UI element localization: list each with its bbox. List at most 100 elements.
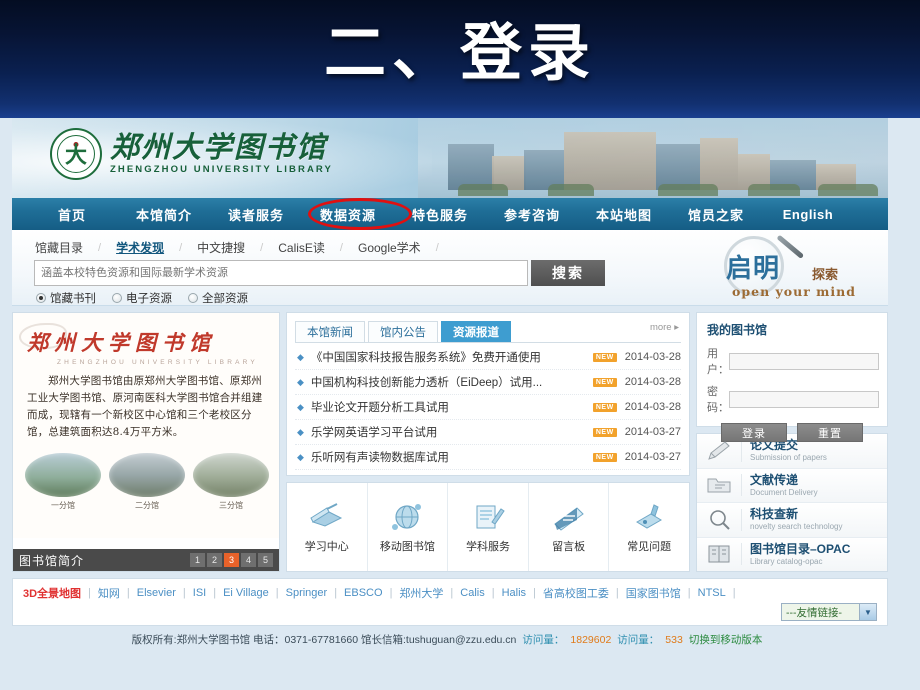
news-tab-announcements[interactable]: 馆内公告 [368, 321, 438, 342]
news-list-item[interactable]: ◆ 《中国国家科技报告服务系统》免费开通使用 NEW 2014-03-28 [295, 345, 681, 370]
service-label-en: Document Delivery [750, 487, 818, 497]
footer-link-springer[interactable]: Springer [286, 587, 328, 599]
news-tab-list: 本馆新闻 馆内公告 资源报道 [295, 321, 514, 342]
link-separator: | [732, 587, 736, 599]
news-list-item[interactable]: ◆ 毕业论文开题分析工具试用 NEW 2014-03-28 [295, 395, 681, 420]
nav-item-data-resources[interactable]: 数据资源 [302, 198, 394, 230]
news-list-item[interactable]: ◆ 乐听网有声读物数据库试用 NEW 2014-03-27 [295, 445, 681, 470]
nav-item-sitemap[interactable]: 本站地图 [578, 198, 670, 230]
footer-link-ei-village[interactable]: Ei Village [223, 587, 269, 599]
service-item-opac-catalog[interactable]: 图书馆目录–OPAC Library catalog-opac [697, 537, 887, 571]
slide-page-4[interactable]: 4 [241, 553, 256, 567]
site-logo[interactable]: 大 郑州大学图书馆 ZHENGZHOU UNIVERSITY LIBRARY [50, 128, 333, 180]
study-center-icon [307, 500, 347, 534]
password-label: 密码： [707, 386, 729, 414]
service-shortcut-list: 论文提交 Submission of papers 文献传递 Document … [696, 433, 888, 572]
news-divider [295, 342, 681, 343]
search-tab-google-scholar[interactable]: Google学术 [357, 237, 422, 258]
slide-page-2[interactable]: 2 [207, 553, 222, 567]
search-tab-discovery[interactable]: 学术发现 [115, 237, 165, 258]
search-tab-chinese[interactable]: 中文捷搜 [196, 237, 246, 258]
quick-link-mobile-library[interactable]: 移动图书馆 [368, 483, 449, 571]
footer-link-isi[interactable]: ISI [193, 587, 206, 599]
brand-suffix-cn: 探索 [812, 268, 839, 283]
nav-item-reader-service[interactable]: 读者服务 [210, 198, 302, 230]
footer-link-halis[interactable]: Halis [502, 587, 526, 599]
news-item-title: 《中国国家科技报告服务系统》免费开通使用 [310, 352, 541, 364]
copyright-text: 版权所有:郑州大学图书馆 电话：0371-67781660 馆长信箱:tushu… [131, 634, 517, 646]
my-library-title: 我的图书馆 [707, 323, 768, 337]
qiming-brand-logo[interactable]: 启明 探索 open your mind [700, 234, 870, 304]
footer-link-ebsco[interactable]: EBSCO [344, 587, 383, 599]
link-separator: | [88, 587, 91, 599]
nav-item-about[interactable]: 本馆简介 [118, 198, 210, 230]
footer-link-elsevier[interactable]: Elsevier [137, 587, 176, 599]
quick-link-label: 留言板 [552, 541, 586, 553]
scope-radio-all[interactable]: 全部资源 [188, 290, 248, 306]
new-badge: NEW [592, 377, 617, 387]
service-label-cn: 文献传递 [750, 472, 799, 487]
news-tab-resource-reports[interactable]: 资源报道 [441, 321, 511, 342]
slide-page-3[interactable]: 3 [224, 553, 239, 567]
new-badge: NEW [592, 352, 617, 362]
intro-slideshow-panel[interactable]: 郑州大学图书馆 ZHENGZHOU UNIVERSITY LIBRARY 郑州大… [12, 312, 280, 572]
partner-links-panel: 3D全景地图 | 知网 | Elsevier | ISI | Ei Villag… [12, 578, 888, 626]
footer-link-ntsl[interactable]: NTSL [698, 587, 726, 599]
friendly-links-value: ---友情链接- [786, 606, 842, 619]
service-label-cn: 图书馆目录–OPAC [750, 541, 851, 556]
news-item-title: 中国机构科技创新能力透析（EiDeep）试用... [310, 377, 543, 389]
search-tab-calise[interactable]: CalisE读 [277, 237, 326, 258]
search-button[interactable]: 搜索 [531, 260, 605, 286]
main-navigation: 首页 本馆简介 读者服务 数据资源 特色服务 参考咨询 本站地图 馆员之家 En… [12, 198, 888, 230]
link-separator: | [687, 587, 691, 599]
nav-item-featured-service[interactable]: 特色服务 [394, 198, 486, 230]
mobile-version-link[interactable]: 切换到移动版本 [689, 632, 763, 647]
service-item-document-delivery[interactable]: 文献传递 Document Delivery [697, 468, 887, 503]
news-list-item[interactable]: ◆ 乐学网英语学习平台试用 NEW 2014-03-27 [295, 420, 681, 445]
footer-link-provincial-committee[interactable]: 省高校图工委 [543, 585, 609, 601]
quick-link-study-center[interactable]: 学习中心 [287, 483, 368, 571]
nav-item-reference[interactable]: 参考咨询 [486, 198, 578, 230]
search-tab-catalog[interactable]: 馆藏目录 [34, 237, 84, 258]
radio-icon [112, 293, 122, 303]
scope-radio-holdings[interactable]: 馆藏书刊 [36, 290, 96, 306]
service-item-novelty-search[interactable]: 科技查新 novelty search technology [697, 503, 887, 538]
quick-link-faq[interactable]: 常见问题 [609, 483, 689, 571]
quick-link-message-board[interactable]: 留言板 [529, 483, 610, 571]
username-input[interactable] [729, 352, 879, 370]
nav-item-staff[interactable]: 馆员之家 [670, 198, 762, 230]
news-more-link[interactable]: more ▸ [650, 322, 679, 333]
news-tab-library-news[interactable]: 本馆新闻 [295, 321, 365, 342]
news-item-title: 乐学网英语学习平台试用 [310, 427, 438, 439]
tab-separator: / [98, 241, 102, 254]
branch-photo-2: 二分馆 [109, 453, 185, 511]
pencil-icon [705, 439, 733, 463]
visits-value-2: 533 [665, 633, 683, 646]
quick-link-label: 常见问题 [627, 541, 672, 553]
reset-button[interactable]: 重置 [797, 423, 863, 442]
page-title: 二、登录 [323, 16, 596, 89]
password-input[interactable] [729, 390, 879, 408]
footer-link-cnki[interactable]: 知网 [98, 585, 120, 601]
link-separator: | [213, 587, 217, 599]
scope-label-electronic: 电子资源 [126, 293, 172, 305]
slide-page-5[interactable]: 5 [258, 553, 273, 567]
new-badge: NEW [592, 402, 617, 412]
footer-link-calis[interactable]: Calis [460, 587, 484, 599]
news-list-item[interactable]: ◆ 中国机构科技创新能力透析（EiDeep）试用... NEW 2014-03-… [295, 370, 681, 395]
nav-item-english[interactable]: English [762, 198, 854, 230]
footer-link-3d-map[interactable]: 3D全景地图 [23, 585, 81, 601]
quick-link-subject-service[interactable]: 学科服务 [448, 483, 529, 571]
slideshow-caption-bar: 图书馆简介 1 2 3 4 5 [13, 549, 279, 571]
intro-body-text: 郑州大学图书馆由原郑州大学图书馆、原郑州工业大学图书馆、原河南医科大学图书馆合并… [27, 375, 263, 438]
footer-link-national-library[interactable]: 国家图书馆 [626, 585, 681, 601]
friendly-links-select[interactable]: ---友情链接- ▼ [781, 603, 877, 621]
tab-separator: / [435, 241, 439, 254]
branch-photo-caption: 三分馆 [219, 501, 243, 510]
site-footer: 3D全景地图 | 知网 | Elsevier | ISI | Ei Villag… [12, 578, 888, 647]
slide-page-1[interactable]: 1 [190, 553, 205, 567]
footer-link-zzu[interactable]: 郑州大学 [399, 585, 443, 601]
scope-radio-electronic[interactable]: 电子资源 [112, 290, 172, 306]
nav-item-home[interactable]: 首页 [26, 198, 118, 230]
search-input[interactable] [34, 260, 528, 286]
